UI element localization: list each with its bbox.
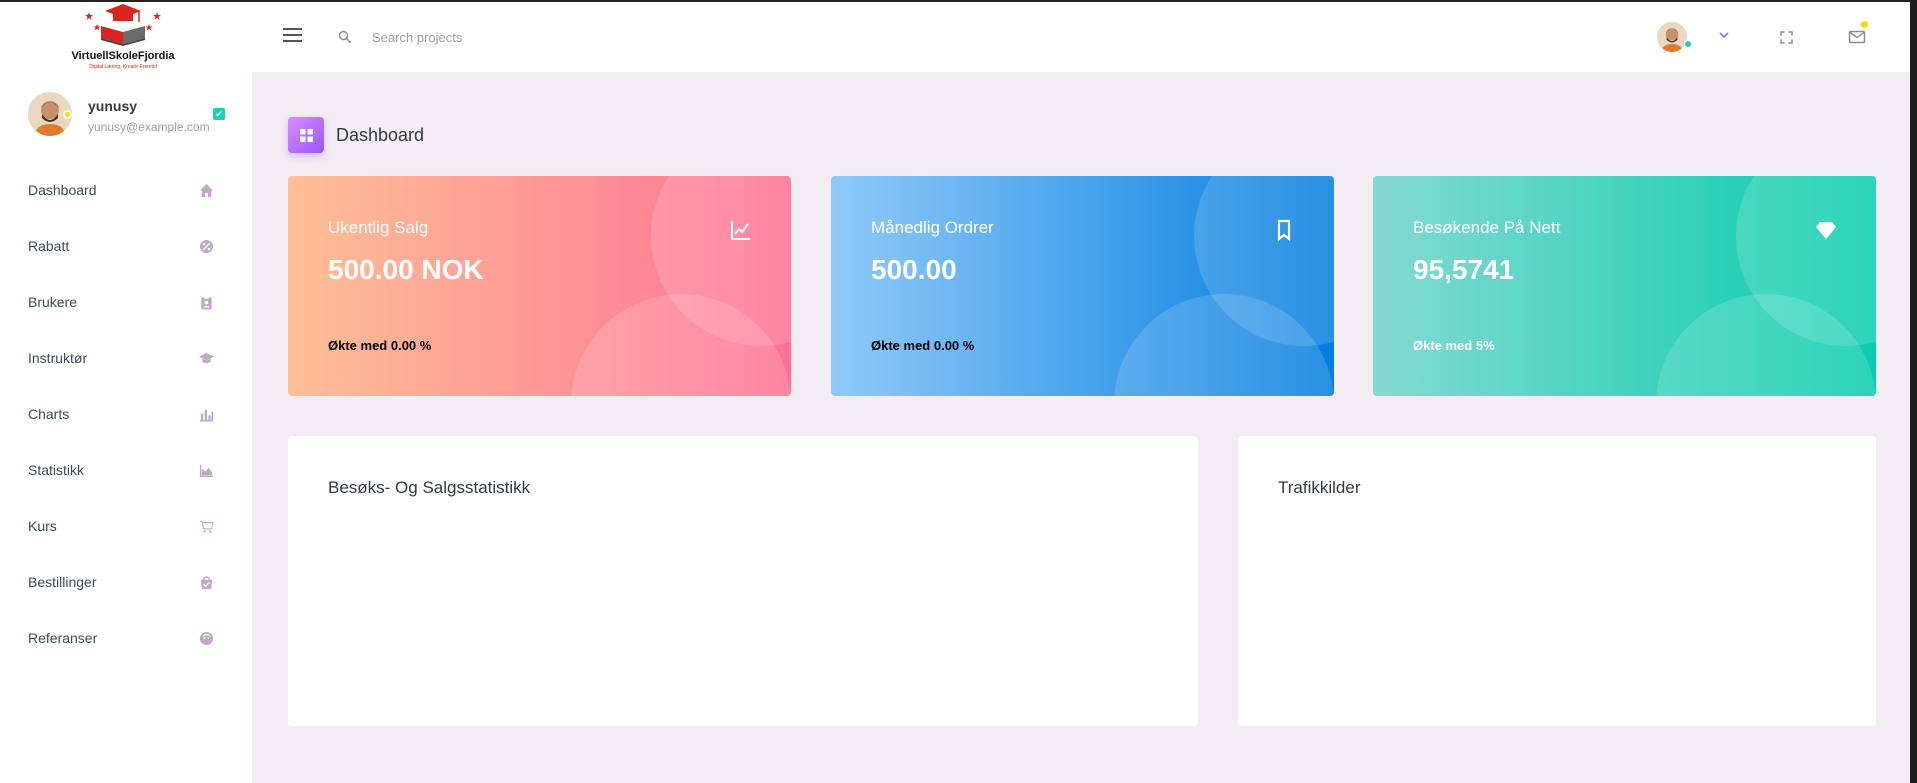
- top-navbar: [252, 2, 1910, 72]
- search-icon: [338, 30, 352, 44]
- brand-tagline: Digital Læring, Kreativ Fremtid: [89, 64, 157, 70]
- card-value: 95,5741: [1413, 254, 1515, 285]
- sidebar-item-kurs[interactable]: Kurs: [0, 498, 252, 554]
- discount-icon: [198, 238, 214, 254]
- menu-toggle-icon[interactable]: [283, 28, 302, 43]
- brand-name: VirtuellSkoleFjordia: [71, 50, 175, 62]
- stat-card-monthly-orders: Månedlig Ordrer 500.00 Økte med 0.00 %: [831, 176, 1334, 396]
- sidebar-item-label: Dashboard: [28, 182, 97, 198]
- sidebar-item-brukere[interactable]: Brukere: [0, 274, 252, 330]
- sidebar-item-rabatt[interactable]: Rabatt: [0, 218, 252, 274]
- card-value: 500.00: [871, 254, 957, 285]
- cart-icon: [198, 518, 214, 534]
- shopping-bag-icon: [198, 574, 214, 590]
- sidebar-item-statistikk[interactable]: Statistikk: [0, 442, 252, 498]
- page-header: Dashboard: [288, 117, 424, 153]
- mail-icon[interactable]: [1848, 29, 1866, 45]
- search-input[interactable]: [372, 24, 672, 50]
- sidebar-item-charts[interactable]: Charts: [0, 386, 252, 442]
- sidebar-item-label: Referanser: [28, 630, 98, 646]
- line-chart-icon: [731, 221, 750, 240]
- stat-card-online-visitors: Besøkende På Nett 95,5741 Økte med 5%: [1373, 176, 1876, 396]
- card-title: Besøkende På Nett: [1413, 218, 1561, 237]
- sidebar-item-label: Brukere: [28, 294, 78, 310]
- fullscreen-icon[interactable]: [1780, 31, 1793, 44]
- card-title: Ukentlig Salg: [328, 218, 429, 237]
- face-icon: [198, 630, 214, 646]
- traffic-sources-panel: Trafikkilder: [1238, 436, 1876, 726]
- area-chart-icon: [198, 462, 214, 478]
- diamond-icon: [1816, 222, 1836, 239]
- card-title: Månedlig Ordrer: [871, 218, 994, 237]
- sidebar-item-label: Kurs: [28, 518, 57, 534]
- header-avatar[interactable]: [1657, 22, 1687, 52]
- sidebar-item-referanser[interactable]: Referanser: [0, 610, 252, 666]
- sidebar-item-label: Instruktør: [28, 350, 88, 366]
- verified-icon: ✔: [213, 108, 225, 120]
- sidebar-item-label: Charts: [28, 406, 70, 422]
- sidebar: VirtuellSkoleFjordia Digital Læring, Kre…: [0, 2, 252, 783]
- card-value: 500.00 NOK: [328, 254, 484, 285]
- page-title: Dashboard: [336, 124, 425, 145]
- sidebar-item-label: Statistikk: [28, 462, 85, 478]
- sidebar-item-label: Rabatt: [28, 238, 70, 254]
- sidebar-item-instruktor[interactable]: Instruktør: [0, 330, 252, 386]
- sidebar-nav: Dashboard Rabatt Brukere Instruktør Char…: [0, 162, 252, 666]
- card-footer: Økte med 0.00 %: [871, 338, 975, 353]
- status-dot: [63, 110, 72, 119]
- card-footer: Økte med 0.00 %: [328, 338, 432, 353]
- user-profile[interactable]: yunusy yunusy@example.com ✔: [28, 92, 228, 138]
- logo-graphic: [85, 4, 161, 46]
- sidebar-item-label: Bestillinger: [28, 574, 97, 590]
- panel-title: Trafikkilder: [1278, 478, 1361, 497]
- stat-card-weekly-sales: Ukentlig Salg 500.00 NOK Økte med 0.00 %: [288, 176, 791, 396]
- card-footer: Økte med 5%: [1413, 338, 1495, 353]
- user-name: yunusy: [88, 98, 138, 114]
- online-status-dot: [1684, 40, 1692, 48]
- dashboard-grid-icon: [288, 117, 324, 153]
- clipboard-user-icon: [198, 294, 214, 310]
- graduation-cap-icon: [198, 350, 214, 366]
- sidebar-item-bestillinger[interactable]: Bestillinger: [0, 554, 252, 610]
- panel-title: Besøks- Og Salgsstatistikk: [328, 478, 531, 497]
- window-right-border: [1910, 0, 1917, 783]
- brand-logo[interactable]: VirtuellSkoleFjordia Digital Læring, Kre…: [68, 2, 178, 82]
- bookmark-icon: [1277, 219, 1291, 242]
- bar-chart-icon: [198, 406, 214, 422]
- notification-dot: [1861, 21, 1868, 28]
- user-email: yunusy@example.com: [88, 120, 210, 134]
- chevron-down-icon[interactable]: [1718, 30, 1730, 40]
- home-icon: [198, 182, 214, 198]
- sidebar-item-dashboard[interactable]: Dashboard: [0, 162, 252, 218]
- visits-sales-stats-panel: Besøks- Og Salgsstatistikk: [288, 436, 1198, 726]
